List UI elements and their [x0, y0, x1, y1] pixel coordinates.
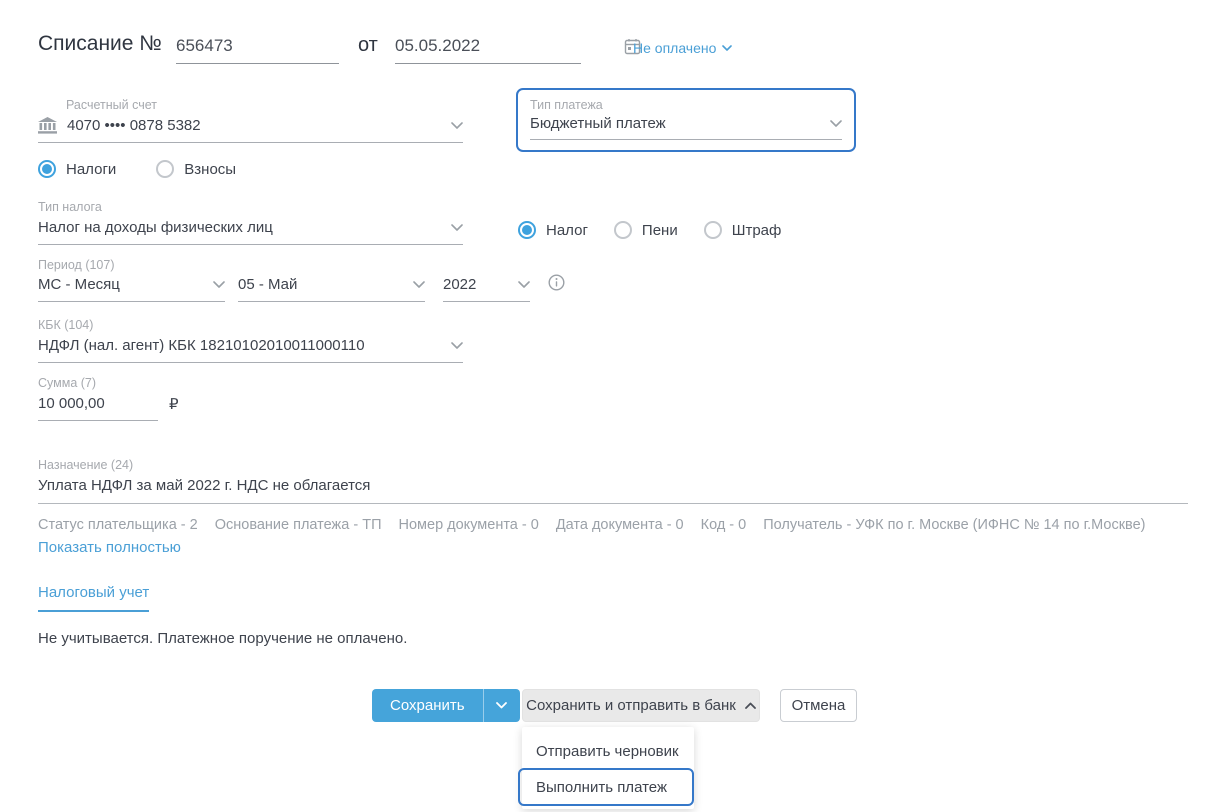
- chevron-down-icon: [451, 342, 463, 349]
- payment-form-page: Списание № от Не оплачено Расчетный счет…: [0, 0, 1231, 812]
- purpose-field: Назначение (24): [38, 458, 1188, 504]
- document-number-field[interactable]: [176, 36, 397, 64]
- chevron-down-icon: [518, 281, 530, 288]
- kbk-value: НДФЛ (нал. агент) КБК 182101020100110001…: [38, 337, 365, 354]
- period-year-value: 2022: [443, 276, 477, 293]
- radio-selected-icon: [518, 221, 536, 239]
- save-options-toggle[interactable]: [482, 689, 520, 722]
- send-options-menu: Отправить черновик Выполнить платеж: [518, 727, 694, 809]
- tax-type-label: Тип налога: [38, 200, 102, 214]
- chevron-up-icon: [744, 702, 756, 709]
- menu-item-send-draft-label: Отправить черновик: [536, 742, 679, 760]
- show-more-link[interactable]: Показать полностью: [38, 539, 181, 556]
- tax-accounting-note: Не учитывается. Платежное поручение не о…: [38, 630, 408, 647]
- document-date-input[interactable]: [395, 36, 616, 56]
- category-radio-group: Налоги Взносы: [38, 160, 236, 178]
- chevron-down-icon: [213, 281, 225, 288]
- tax-type-field: Тип налога Налог на доходы физических ли…: [38, 200, 463, 245]
- kbk-field: КБК (104) НДФЛ (нал. агент) КБК 18210102…: [38, 318, 463, 363]
- cancel-button[interactable]: Отмена: [780, 689, 857, 722]
- menu-item-execute-payment[interactable]: Выполнить платеж: [518, 768, 694, 806]
- detail-payer-status: Статус плательщика - 2: [38, 517, 198, 533]
- chevron-down-icon: [722, 45, 733, 51]
- radio-fine[interactable]: Штраф: [703, 221, 782, 239]
- document-date-field[interactable]: [395, 36, 641, 64]
- chevron-down-icon: [413, 281, 425, 288]
- cancel-button-label: Отмена: [791, 697, 846, 714]
- radio-penalty-label: Пени: [641, 221, 678, 239]
- detail-doc-date: Дата документа - 0: [555, 517, 684, 533]
- account-value: 4070 •••• 0878 5382: [67, 117, 201, 134]
- save-split-button: Сохранить: [372, 689, 520, 722]
- radio-taxes[interactable]: Налоги: [38, 160, 116, 178]
- account-label: Расчетный счет: [66, 98, 157, 112]
- payment-details-summary: Статус плательщика - 2 Основание платежа …: [38, 517, 1188, 533]
- kbk-label: КБК (104): [38, 318, 94, 332]
- currency-symbol: ₽: [169, 396, 179, 413]
- chevron-down-icon: [451, 122, 463, 129]
- date-from-label: от: [358, 34, 378, 56]
- detail-code: Код - 0: [700, 517, 747, 533]
- tab-tax-accounting-label: Налоговый учет: [38, 584, 150, 601]
- payment-status-label: Не оплачено: [633, 40, 717, 56]
- radio-tax[interactable]: Налог: [518, 221, 588, 239]
- radio-unselected-icon: [156, 160, 175, 178]
- save-button[interactable]: Сохранить: [372, 689, 483, 722]
- tab-tax-accounting[interactable]: Налоговый учет: [38, 584, 150, 612]
- period-unit-select[interactable]: МС - Месяц: [38, 276, 225, 302]
- radio-unselected-icon: [613, 221, 632, 239]
- save-and-send-label: Сохранить и отправить в банк: [526, 697, 736, 714]
- amount-input[interactable]: [38, 395, 158, 421]
- tax-type-value: Налог на доходы физических лиц: [38, 219, 273, 236]
- radio-penalty[interactable]: Пени: [613, 221, 678, 239]
- radio-contributions[interactable]: Взносы: [156, 160, 236, 178]
- radio-selected-icon: [38, 160, 56, 178]
- purpose-input[interactable]: [38, 477, 1188, 504]
- period-month-select[interactable]: 05 - Май: [238, 276, 425, 302]
- info-icon[interactable]: [548, 274, 565, 291]
- payment-type-select[interactable]: Бюджетный платеж: [530, 115, 842, 140]
- period-month-value: 05 - Май: [238, 276, 298, 293]
- kbk-select[interactable]: НДФЛ (нал. агент) КБК 182101020100110001…: [38, 337, 463, 363]
- save-button-label: Сохранить: [390, 697, 465, 714]
- chevron-down-icon: [496, 702, 507, 709]
- radio-taxes-label: Налоги: [66, 160, 117, 178]
- radio-fine-label: Штраф: [731, 221, 782, 239]
- detail-doc-number: Номер документа - 0: [398, 517, 539, 533]
- chevron-down-icon: [830, 120, 842, 127]
- period-unit-value: МС - Месяц: [38, 276, 120, 293]
- chevron-down-icon: [451, 224, 463, 231]
- detail-recipient: Получатель - УФК по г. Москве (ИФНС № 14…: [763, 517, 1146, 533]
- amount-label: Сумма (7): [38, 376, 97, 390]
- radio-unselected-icon: [703, 221, 722, 239]
- page-title: Списание №: [38, 32, 162, 55]
- tax-type-select[interactable]: Налог на доходы физических лиц: [38, 219, 463, 245]
- account-field: Расчетный счет 4070 •••• 0878 5382: [38, 98, 463, 143]
- period-year-select[interactable]: 2022: [443, 276, 530, 302]
- amount-field: Сумма (7) ₽: [38, 376, 179, 421]
- payment-type-field-focused: Тип платежа Бюджетный платеж: [516, 88, 856, 152]
- radio-tax-label: Налог: [546, 221, 588, 239]
- save-and-send-button[interactable]: Сохранить и отправить в банк: [522, 689, 760, 722]
- account-select[interactable]: 4070 •••• 0878 5382: [38, 117, 463, 143]
- payment-status-dropdown[interactable]: Не оплачено: [633, 40, 733, 56]
- payment-type-label: Тип платежа: [530, 98, 603, 112]
- kind-radio-group: Налог Пени Штраф: [518, 221, 781, 239]
- detail-payment-basis: Основание платежа - ТП: [214, 517, 382, 533]
- bank-icon: [38, 117, 57, 134]
- show-more-label: Показать полностью: [38, 539, 181, 556]
- menu-item-execute-payment-label: Выполнить платеж: [536, 778, 667, 796]
- period-label: Период (107): [38, 258, 115, 272]
- radio-contributions-label: Взносы: [184, 160, 237, 178]
- purpose-label: Назначение (24): [38, 458, 134, 472]
- payment-type-value: Бюджетный платеж: [530, 115, 666, 132]
- menu-item-send-draft[interactable]: Отправить черновик: [522, 734, 694, 768]
